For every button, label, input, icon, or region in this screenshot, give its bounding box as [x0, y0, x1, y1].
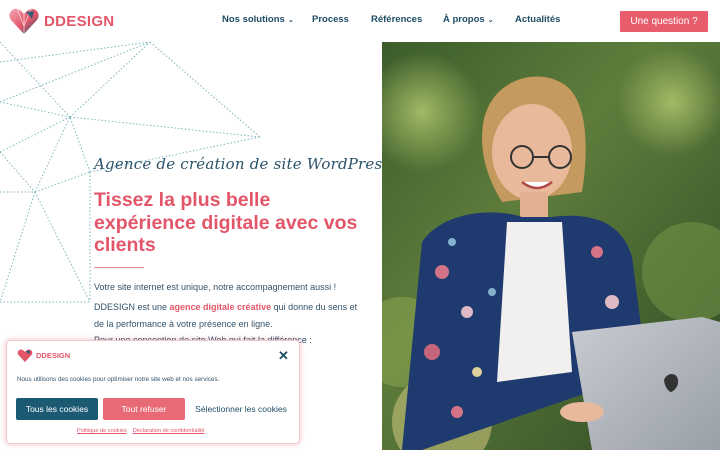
nav-item-references[interactable]: Références: [371, 14, 443, 25]
site-logo[interactable]: DDESIGN: [8, 6, 114, 36]
nav-item-process[interactable]: Process: [312, 14, 371, 25]
hero-paragraph-2: DDESIGN est une agence digitale créative…: [94, 299, 364, 332]
heart-logo-icon: [17, 349, 33, 362]
nav-item-solutions[interactable]: Nos solutions ⌄: [222, 14, 312, 25]
site-header: DDESIGN Nos solutions ⌄ Process Référenc…: [0, 0, 720, 42]
hero-title: Tissez la plus belle expérience digitale…: [94, 189, 358, 256]
cookie-logo: DDESIGN: [17, 348, 70, 363]
woman-laptop-image: [382, 42, 720, 450]
logo-text: DDESIGN: [44, 12, 115, 30]
hero-photo: [382, 42, 720, 450]
refuse-all-cookies-button[interactable]: Tout refuser: [103, 398, 185, 420]
hero-tagline: Agence de création de site WordPress: [94, 155, 391, 173]
chevron-down-icon: ⌄: [487, 16, 494, 24]
nav-item-label: Références: [371, 14, 423, 25]
close-icon[interactable]: ✕: [278, 348, 289, 364]
nav-item-a-propos[interactable]: À propos ⌄: [443, 14, 515, 25]
main-nav: Nos solutions ⌄ Process Références À pro…: [222, 14, 575, 25]
nav-item-label: Actualités: [515, 14, 561, 25]
nav-item-label: À propos: [443, 14, 485, 25]
cookie-policy-link[interactable]: Politique de cookies: [77, 428, 127, 434]
cookie-policy-links: Politique de cookies Déclaration de conf…: [77, 428, 205, 434]
paragraph-text: DDESIGN est une: [94, 302, 170, 312]
cookie-logo-text: DDESIGN: [36, 351, 71, 360]
accept-all-cookies-button[interactable]: Tous les cookies: [16, 398, 98, 420]
select-cookies-button[interactable]: Sélectionner les cookies: [193, 398, 289, 420]
nav-item-label: Process: [312, 14, 349, 25]
cookie-message: Nous utilisons des cookies pour optimise…: [17, 376, 220, 383]
heart-logo-icon: [9, 8, 39, 35]
title-divider: [94, 267, 144, 268]
nav-item-actualites[interactable]: Actualités: [515, 14, 575, 25]
chevron-down-icon: ⌄: [287, 16, 294, 24]
nav-item-label: Nos solutions: [222, 14, 285, 25]
hero-paragraph-1: Votre site internet est unique, notre ac…: [94, 282, 337, 292]
cookie-consent-dialog: DDESIGN ✕ Nous utilisons des cookies pou…: [6, 340, 300, 444]
question-button[interactable]: Une question ?: [620, 11, 708, 32]
agency-highlight: agence digitale créative: [169, 302, 272, 312]
privacy-statement-link[interactable]: Déclaration de confidentialité: [133, 428, 205, 434]
